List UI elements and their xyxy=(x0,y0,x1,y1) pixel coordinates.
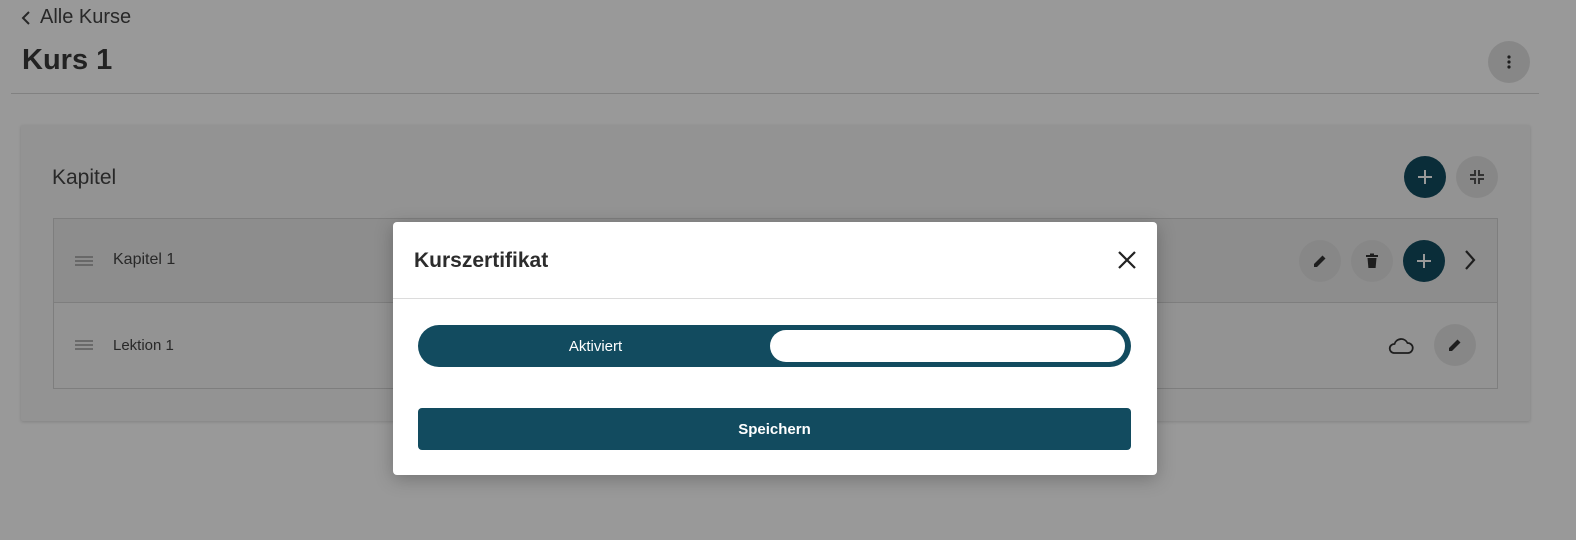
certificate-toggle[interactable]: Aktiviert xyxy=(418,325,1131,367)
close-icon xyxy=(1118,251,1136,269)
save-button[interactable]: Speichern xyxy=(418,408,1131,450)
dialog-title: Kurszertifikat xyxy=(414,249,549,272)
close-dialog-button[interactable] xyxy=(1113,246,1141,274)
toggle-on-label: Aktiviert xyxy=(568,337,623,355)
dialog-divider xyxy=(393,298,1157,299)
certificate-dialog: Kurszertifikat Aktiviert Speichern xyxy=(393,222,1157,475)
toggle-knob xyxy=(770,330,1125,362)
